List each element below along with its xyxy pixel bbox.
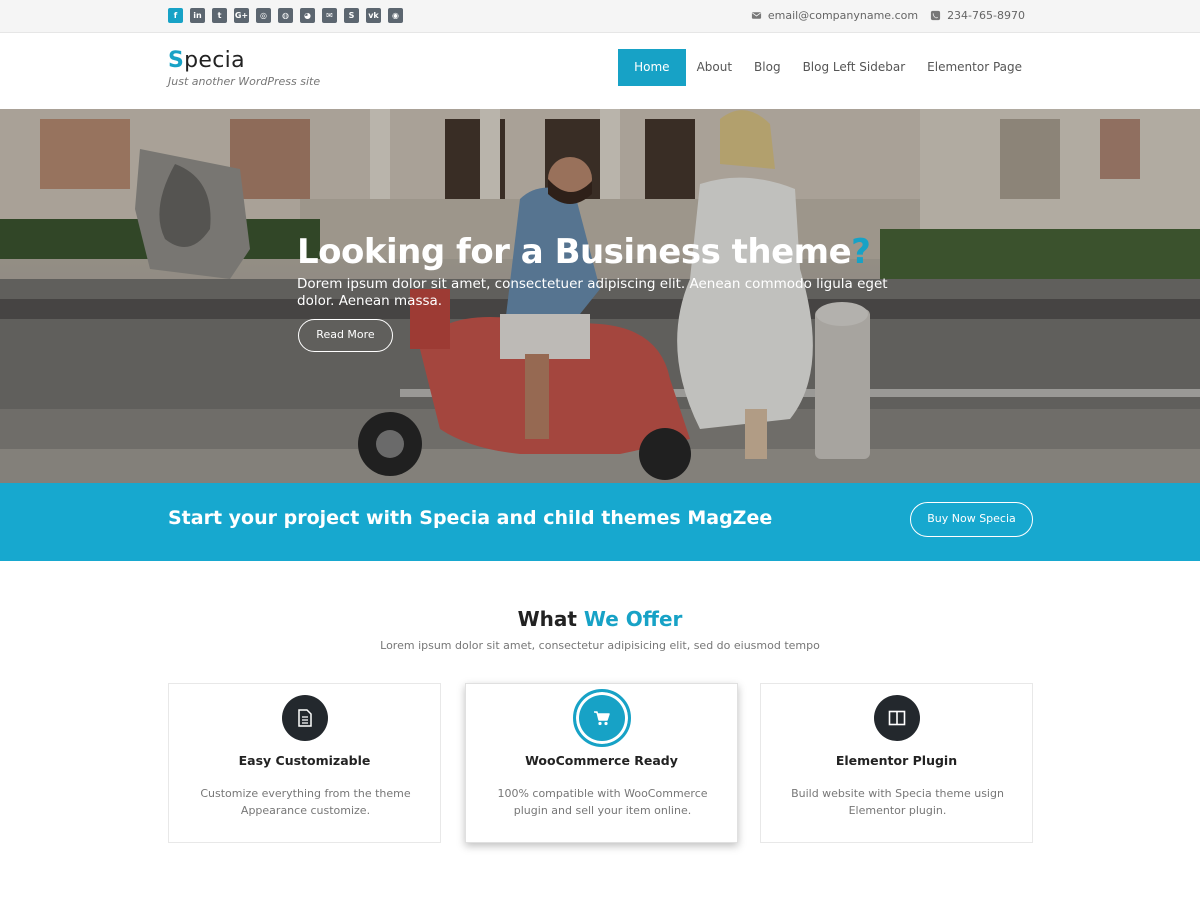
linkedin-icon[interactable]: in: [190, 8, 205, 23]
contact-phone-text: 234-765-8970: [947, 9, 1025, 22]
site-logo[interactable]: Specia: [168, 48, 320, 73]
hero-title: Looking for a Business theme?: [297, 232, 871, 272]
card-title: Easy Customizable: [238, 753, 371, 768]
github-icon[interactable]: ◕: [300, 8, 315, 23]
dribbble-icon[interactable]: ◍: [278, 8, 293, 23]
google-plus-icon[interactable]: G+: [234, 8, 249, 23]
email-social-icon[interactable]: ✉: [322, 8, 337, 23]
nav-home[interactable]: Home: [618, 49, 686, 86]
card-title: Elementor Plugin: [835, 753, 958, 768]
skype-icon[interactable]: S: [344, 8, 359, 23]
hero-title-text: Looking for a Business theme: [297, 232, 852, 272]
logo-rest: pecia: [184, 48, 245, 73]
site-tagline: Just another WordPress site: [168, 75, 321, 88]
cta-text: Start your project with Specia and child…: [168, 507, 773, 529]
call-to-action: Start your project with Specia and child…: [0, 483, 1200, 561]
contact-email[interactable]: email@companyname.com: [751, 9, 918, 22]
service-card-easy-customizable[interactable]: Easy Customizable Customize everything f…: [168, 683, 441, 843]
offer-section-header: What We Offer Lorem ipsum dolor sit amet…: [0, 607, 1200, 652]
offer-title-highlight: We Offer: [583, 607, 683, 631]
cart-icon: [572, 689, 631, 747]
hero-slider: Looking for a Business theme? Dorem ipsu…: [0, 109, 1200, 483]
offer-title-first: What: [517, 607, 577, 631]
top-bar: f in t G+ ◎ ◍ ◕ ✉ S vk ◉ email@companyna…: [0, 0, 1200, 33]
nav-blog-left-sidebar[interactable]: Blog Left Sidebar: [792, 49, 917, 86]
contact-info: email@companyname.com 234-765-8970: [751, 9, 1025, 22]
foursquare-icon[interactable]: ◉: [388, 8, 403, 23]
logo-initial: S: [168, 48, 185, 73]
instagram-icon[interactable]: ◎: [256, 8, 271, 23]
vk-icon[interactable]: vk: [366, 8, 381, 23]
buy-now-button[interactable]: Buy Now Specia: [910, 502, 1033, 537]
social-links: f in t G+ ◎ ◍ ◕ ✉ S vk ◉: [168, 8, 403, 23]
columns-icon: [873, 695, 920, 741]
offer-subtitle: Lorem ipsum dolor sit amet, consectetur …: [380, 639, 820, 652]
service-card-woocommerce-ready[interactable]: WooCommerce Ready 100% compatible with W…: [465, 683, 738, 843]
nav-elementor-page[interactable]: Elementor Page: [916, 49, 1033, 86]
card-text: 100% compatible with WooCommerce plugin …: [497, 787, 708, 817]
brand[interactable]: Specia Just another WordPress site: [168, 48, 320, 88]
read-more-button[interactable]: Read More: [298, 319, 393, 352]
phone-icon: [930, 10, 941, 21]
card-text: Customize everything from the theme Appe…: [200, 787, 411, 817]
card-text: Build website with Specia theme usign El…: [791, 787, 1004, 817]
hero-description: Dorem ipsum dolor sit amet, consectetuer…: [297, 276, 888, 309]
nav-about[interactable]: About: [686, 49, 743, 86]
hero-title-mark: ?: [851, 232, 871, 272]
site-header: Specia Just another WordPress site Home …: [0, 33, 1200, 109]
twitter-icon[interactable]: t: [212, 8, 227, 23]
main-nav: Home About Blog Blog Left Sidebar Elemen…: [618, 49, 1033, 86]
envelope-icon: [751, 12, 761, 19]
offer-title: What We Offer: [0, 607, 1200, 631]
contact-email-text: email@companyname.com: [767, 9, 919, 22]
facebook-icon[interactable]: f: [168, 8, 183, 23]
contact-phone[interactable]: 234-765-8970: [930, 9, 1025, 22]
nav-blog[interactable]: Blog: [743, 49, 792, 86]
service-card-elementor-plugin[interactable]: Elementor Plugin Build website with Spec…: [760, 683, 1033, 843]
card-title: WooCommerce Ready: [525, 753, 678, 768]
document-icon: [281, 695, 328, 741]
